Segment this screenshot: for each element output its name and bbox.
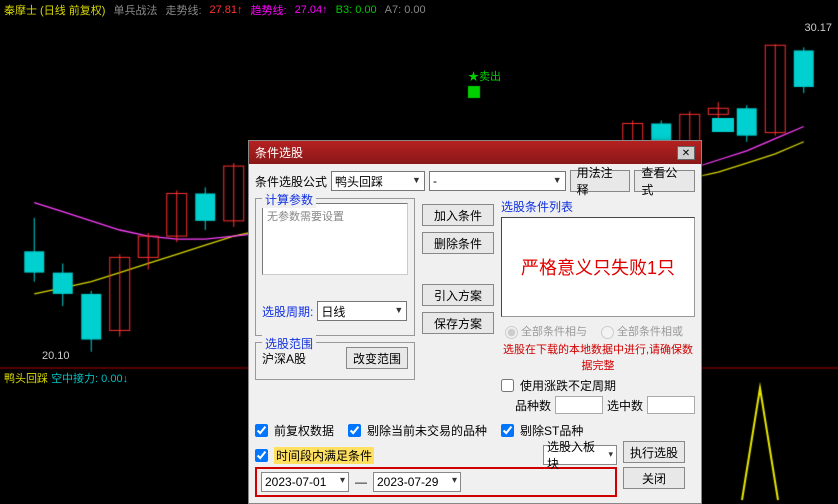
indicator-info: 鸭头回踩 空中接力: 0.00↓ [4, 370, 128, 386]
add-condition-button[interactable]: 加入条件 [422, 204, 494, 226]
calc-params-legend: 计算参数 [262, 191, 316, 208]
hits-label: 选中数 [607, 397, 643, 414]
view-formula-button[interactable]: 查看公式 [634, 170, 695, 192]
formula-label: 条件选股公式 [255, 173, 327, 190]
rm-notrade-checkbox-row[interactable]: 剔除当前未交易的品种 [348, 422, 487, 439]
nolimit-checkbox[interactable] [501, 379, 514, 392]
condition-list-label: 选股条件列表 [501, 198, 695, 215]
period-label: 选股周期: [262, 303, 313, 320]
rm-st-checkbox-row[interactable]: 剔除ST品种 [501, 422, 583, 439]
usage-button[interactable]: 用法注释 [570, 170, 631, 192]
condition-listbox[interactable]: 严格意义只失败1只 [501, 217, 695, 317]
timerange-label: 时间段内满足条件 [274, 447, 374, 464]
save-scheme-button[interactable]: 保存方案 [422, 312, 494, 334]
formula-desc-select[interactable]: - [429, 171, 566, 191]
b3-value: B3: 0.00 [336, 4, 377, 16]
formula-select[interactable]: 鸭头回踩 [331, 171, 425, 191]
radio-and[interactable]: 全部条件相与 [505, 323, 587, 339]
a7-value: A7: 0.00 [385, 4, 426, 16]
delete-condition-button[interactable]: 删除条件 [422, 232, 494, 254]
strategy-label: 单兵战法 [113, 2, 157, 18]
trend2-label: 趋势线: [251, 2, 287, 18]
dialog-titlebar[interactable]: 条件选股 ✕ [249, 141, 701, 164]
top-info-bar: 秦摩士 (日线 前复权) 单兵战法 走势线: 27.81↑ 趋势线: 27.04… [4, 2, 834, 18]
period-select[interactable]: 日线 [317, 301, 407, 321]
date-to-input[interactable]: 2023-07-29 [373, 472, 461, 492]
nolimit-label: 使用涨跌不定周期 [520, 377, 616, 394]
result-message: 严格意义只失败1只 [521, 254, 675, 280]
close-icon[interactable]: ✕ [677, 146, 695, 160]
scope-value: 沪深A股 [262, 350, 306, 367]
hits-field [647, 396, 695, 414]
stock-name: 秦摩士 (日线 前复权) [4, 2, 105, 18]
trend-label: 走势线: [165, 2, 201, 18]
data-warning: 选股在下载的本地数据中进行,请确保数据完整 [501, 341, 695, 373]
change-scope-button[interactable]: 改变范围 [346, 347, 408, 369]
date-from-input[interactable]: 2023-07-01 [261, 472, 349, 492]
price-low: 20.10 [42, 350, 70, 362]
trend-value-1: 27.81↑ [210, 4, 243, 16]
sell-annotation: ★卖出 [468, 68, 501, 84]
varieties-label: 品种数 [515, 397, 551, 414]
close-button[interactable]: 关闭 [623, 467, 685, 489]
stock-selector-dialog: 条件选股 ✕ 条件选股公式 鸭头回踩 - 用法注释 查看公式 计算参数 无参数需… [248, 140, 702, 504]
indicator-value: 空中接力: 0.00↓ [51, 373, 128, 385]
radio-or[interactable]: 全部条件相或 [601, 323, 683, 339]
fq-checkbox-row[interactable]: 前复权数据 [255, 422, 334, 439]
load-scheme-button[interactable]: 引入方案 [422, 284, 494, 306]
calc-params-empty: 无参数需要设置 [262, 203, 408, 275]
select-into-block[interactable]: 选股入板块 [543, 445, 617, 465]
price-high: 30.17 [804, 22, 832, 34]
date-separator: — [355, 475, 367, 489]
trend-value-2: 27.04↑ [295, 4, 328, 16]
scope-legend: 选股范围 [262, 335, 316, 352]
indicator-name: 鸭头回踩 [4, 373, 48, 385]
execute-button[interactable]: 执行选股 [623, 441, 685, 463]
dialog-title: 条件选股 [255, 144, 303, 161]
varieties-field [555, 396, 603, 414]
timerange-checkbox[interactable] [255, 449, 268, 462]
